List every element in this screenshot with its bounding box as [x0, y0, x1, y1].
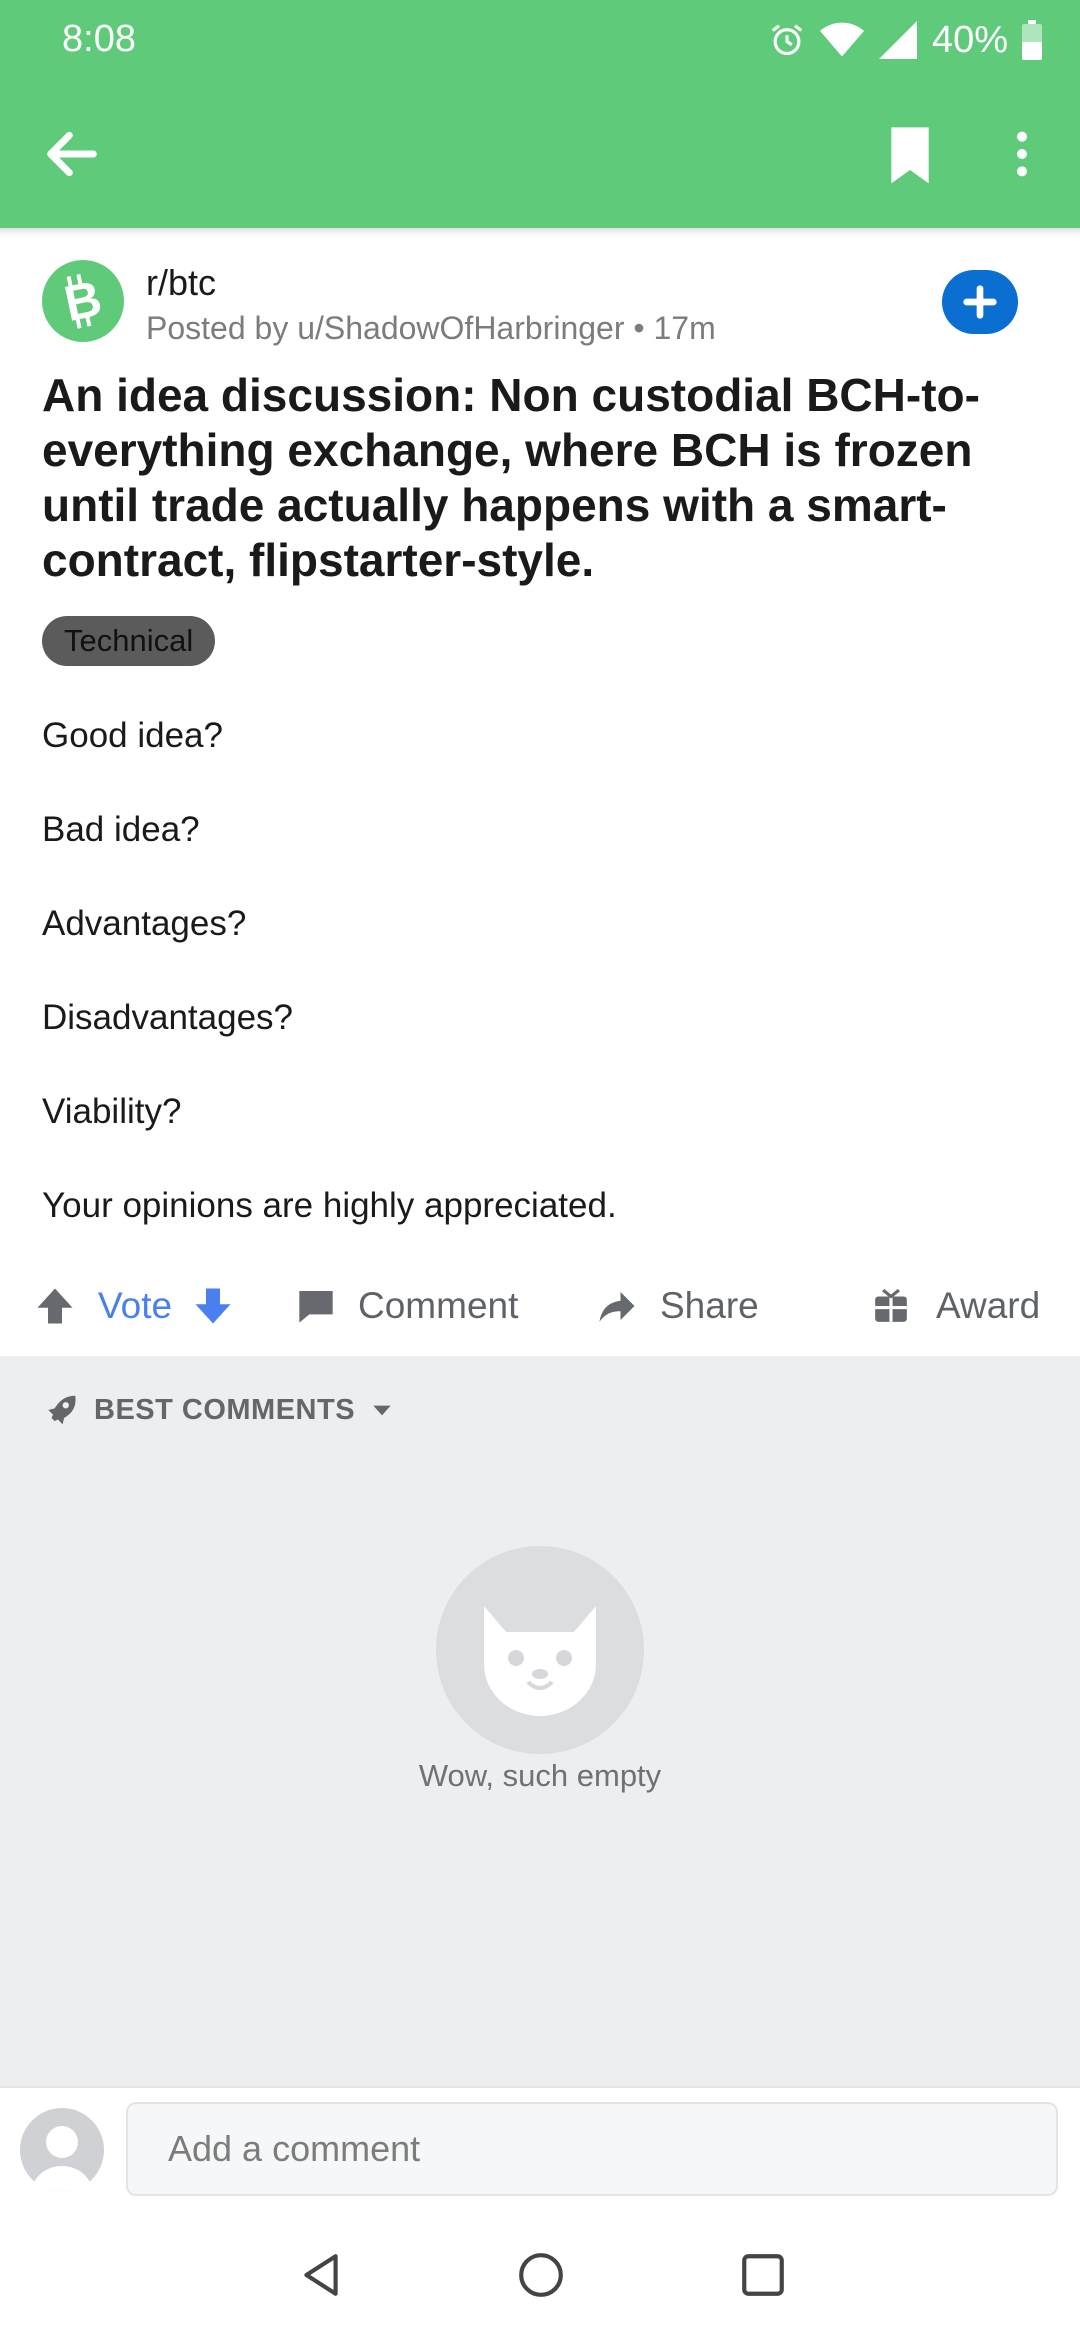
empty-state-text: Wow, such empty	[418, 1758, 662, 1793]
comment-label: Comment	[358, 1285, 519, 1326]
status-time: 8:08	[62, 18, 136, 60]
nav-back-icon[interactable]	[296, 2250, 346, 2300]
body-line: Good idea?	[42, 716, 223, 755]
body-line: Advantages?	[42, 904, 247, 943]
battery-icon	[1022, 20, 1042, 60]
comment-button[interactable]: Comment	[296, 1278, 518, 1334]
more-vert-icon[interactable]	[996, 122, 1048, 186]
wifi-icon	[819, 22, 864, 57]
downvote-icon[interactable]	[192, 1285, 234, 1327]
signal-icon	[878, 21, 917, 59]
flair-label: Technical	[64, 623, 194, 658]
body-line: Disadvantages?	[42, 998, 293, 1037]
comment-sort-dropdown[interactable]: BEST COMMENTS	[42, 1390, 395, 1430]
nav-home-icon[interactable]	[516, 2250, 566, 2300]
award-button[interactable]: Award	[872, 1278, 1040, 1334]
comment-icon	[299, 1291, 333, 1323]
app-bar-shadow	[0, 228, 1080, 236]
vote-label: Vote	[98, 1285, 173, 1326]
post-title: An idea discussion: Non custodial BCH-to…	[42, 369, 980, 586]
status-bar: 8:08 40%	[0, 0, 1080, 80]
share-label: Share	[660, 1285, 759, 1326]
nav-recents-icon[interactable]	[738, 2250, 788, 2300]
svg-text:B: B	[60, 270, 107, 332]
user-avatar-icon	[32, 2126, 92, 2192]
bookmark-icon[interactable]	[878, 122, 942, 186]
back-arrow-icon[interactable]	[40, 122, 104, 186]
body-line: Your opinions are highly appreciated.	[42, 1186, 617, 1225]
status-icons: 40%	[768, 14, 1042, 66]
battery-percent: 40%	[931, 18, 1008, 61]
body-line: Viability?	[42, 1092, 182, 1131]
join-button[interactable]	[942, 270, 1018, 334]
subreddit-name[interactable]: r/btc	[146, 262, 216, 304]
upvote-icon[interactable]	[34, 1285, 76, 1327]
app-bar	[0, 80, 1080, 228]
alarm-icon	[771, 24, 803, 56]
rocket-icon	[48, 1395, 76, 1425]
chevron-down-icon	[373, 1405, 391, 1416]
sort-label: BEST COMMENTS	[94, 1393, 356, 1426]
body-line: Bad idea?	[42, 810, 200, 849]
bitcoin-cash-icon: B	[60, 270, 107, 332]
plus-icon	[963, 285, 997, 319]
gift-icon	[875, 1288, 907, 1322]
award-label: Award	[936, 1285, 1041, 1326]
posted-by[interactable]: Posted by u/ShadowOfHarbringer • 17m	[146, 310, 716, 347]
post-flair[interactable]: Technical	[42, 616, 216, 666]
share-icon	[599, 1292, 635, 1322]
user-avatar[interactable]	[20, 2108, 104, 2192]
empty-state-illustration	[436, 1546, 644, 1754]
add-comment-input[interactable]	[126, 2102, 1058, 2196]
vote-control: Vote	[34, 1278, 234, 1334]
subreddit-avatar[interactable]: B	[42, 260, 124, 342]
cat-icon	[484, 1606, 596, 1716]
share-button[interactable]: Share	[596, 1278, 759, 1334]
